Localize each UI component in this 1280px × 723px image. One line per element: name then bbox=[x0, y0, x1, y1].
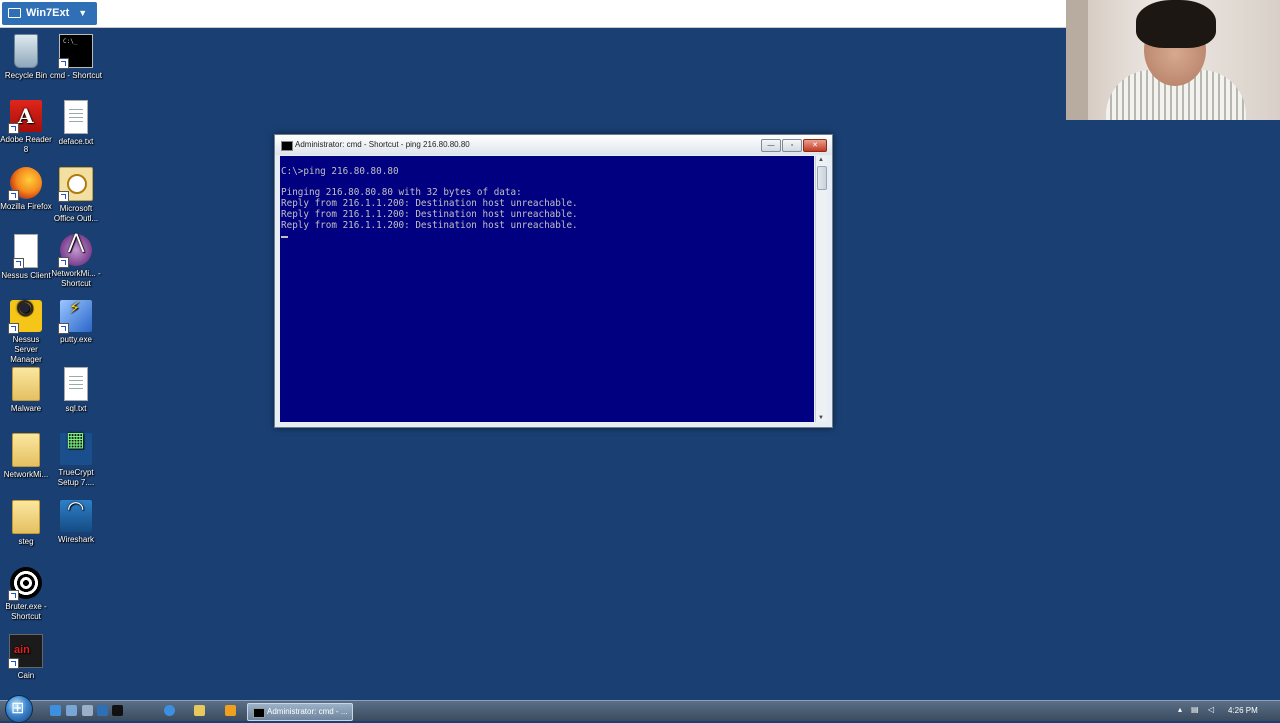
taskbar-item-cmd[interactable]: Administrator: cmd - ... bbox=[247, 703, 353, 721]
tray-show-hidden-icon[interactable]: ▴ bbox=[1178, 705, 1182, 714]
desktop-icon-nessus-server-manager[interactable]: Nessus Server Manager bbox=[0, 300, 52, 365]
console-line-reply: Reply from 216.1.1.200: Destination host… bbox=[281, 220, 578, 231]
console-output[interactable]: C:\>ping 216.80.80.80 Pinging 216.80.80.… bbox=[280, 156, 814, 422]
networkminer-icon bbox=[58, 234, 92, 268]
desktop-icon-cain[interactable]: Cain bbox=[0, 634, 52, 681]
desktop-icon-sql-txt[interactable]: sql.txt bbox=[50, 367, 102, 414]
tray-network-icon[interactable]: ▤ bbox=[1191, 705, 1199, 714]
desktop-icon-firefox[interactable]: Mozilla Firefox bbox=[0, 167, 52, 212]
webcam-overlay bbox=[1066, 0, 1280, 120]
console-line-pinging: Pinging 216.80.80.80 with 32 bytes of da… bbox=[281, 187, 522, 198]
start-button[interactable] bbox=[5, 695, 33, 723]
outlook-icon bbox=[58, 167, 93, 202]
firefox-icon bbox=[8, 167, 42, 201]
shortcut-arrow-icon bbox=[58, 58, 69, 69]
quicklaunch-cmd-icon[interactable] bbox=[112, 705, 123, 716]
taskbar-clock[interactable]: 4:26 PM bbox=[1228, 705, 1258, 716]
folder-icon bbox=[12, 367, 40, 401]
desktop-icon-nessus-client[interactable]: Nessus Client bbox=[0, 234, 52, 281]
nessus-icon bbox=[8, 300, 42, 334]
desktop-icon-wireshark[interactable]: Wireshark bbox=[50, 500, 102, 545]
desktop-icon-recycle-bin[interactable]: Recycle Bin bbox=[0, 34, 52, 81]
taskbar-explorer-icon[interactable] bbox=[194, 705, 205, 716]
quicklaunch-explorer-icon[interactable] bbox=[66, 705, 77, 716]
cain-icon bbox=[8, 634, 43, 669]
truecrypt-icon bbox=[60, 433, 92, 465]
console-line-reply: Reply from 216.1.1.200: Destination host… bbox=[281, 198, 578, 209]
console-line-reply: Reply from 216.1.1.200: Destination host… bbox=[281, 209, 578, 220]
folder-icon bbox=[12, 500, 40, 534]
desktop-icon-malware-folder[interactable]: Malware bbox=[0, 367, 52, 414]
desktop-icon-cmd-shortcut[interactable]: cmd - Shortcut bbox=[50, 34, 102, 81]
text-cursor bbox=[281, 236, 288, 238]
minimize-button[interactable]: — bbox=[761, 139, 781, 152]
folder-icon bbox=[12, 433, 40, 467]
console-line-command: C:\>ping 216.80.80.80 bbox=[281, 166, 399, 177]
text-file-icon bbox=[64, 367, 88, 401]
desktop-icon-adobe-reader[interactable]: Adobe Reader 8 bbox=[0, 100, 52, 155]
vertical-scrollbar[interactable]: ▲ ▼ bbox=[815, 156, 827, 422]
quicklaunch-ie-icon[interactable] bbox=[50, 705, 61, 716]
taskbar-ie-icon[interactable] bbox=[164, 705, 175, 716]
desktop-icon-putty[interactable]: putty.exe bbox=[50, 300, 102, 345]
cmd-window[interactable]: Administrator: cmd - Shortcut - ping 216… bbox=[274, 134, 833, 428]
taskbar: Administrator: cmd - ... ▴ ▤ ◁ 4:26 PM bbox=[0, 695, 1280, 723]
desktop-icon-networkminer-folder[interactable]: NetworkMi... bbox=[0, 433, 52, 480]
maximize-button[interactable]: ▫ bbox=[782, 139, 802, 152]
cmd-window-titlebar[interactable]: Administrator: cmd - Shortcut - ping 216… bbox=[275, 135, 832, 155]
wireshark-icon bbox=[60, 500, 92, 532]
desktop-icon-outlook[interactable]: Microsoft Office Outl... bbox=[50, 167, 102, 224]
document-icon bbox=[13, 234, 38, 269]
desktop-icon-steg-folder[interactable]: steg bbox=[0, 500, 52, 547]
desktop-icon-bruter-shortcut[interactable]: Bruter.exe - Shortcut bbox=[0, 567, 52, 622]
desktop-icon-networkminer-shortcut[interactable]: NetworkMi... - Shortcut bbox=[50, 234, 102, 289]
text-file-icon bbox=[64, 100, 88, 134]
vm-tab[interactable]: Win7Ext ▼ bbox=[2, 2, 98, 25]
tray-volume-icon[interactable]: ◁ bbox=[1208, 705, 1214, 714]
recycle-bin-icon bbox=[14, 34, 38, 68]
scroll-up-icon[interactable]: ▲ bbox=[818, 157, 824, 163]
putty-icon bbox=[58, 300, 92, 334]
quicklaunch-app-icon[interactable] bbox=[97, 705, 108, 716]
scrollbar-thumb[interactable] bbox=[817, 166, 827, 190]
cmd-icon bbox=[281, 141, 293, 151]
cmd-window-title: Administrator: cmd - Shortcut - ping 216… bbox=[295, 140, 470, 149]
bruter-icon bbox=[8, 567, 42, 601]
scroll-down-icon[interactable]: ▼ bbox=[818, 415, 824, 421]
quicklaunch-network-icon[interactable] bbox=[82, 705, 93, 716]
adobe-reader-icon bbox=[8, 100, 42, 134]
taskbar-media-player-icon[interactable] bbox=[225, 705, 236, 716]
desktop-icon-truecrypt-setup[interactable]: TrueCrypt Setup 7.... bbox=[50, 433, 102, 488]
monitor-icon bbox=[8, 7, 21, 18]
cmd-icon bbox=[253, 708, 265, 718]
chevron-down-icon[interactable]: ▼ bbox=[78, 2, 87, 25]
desktop-icon-deface-txt[interactable]: deface.txt bbox=[50, 100, 102, 147]
cmd-icon bbox=[58, 34, 93, 69]
close-button[interactable]: ✕ bbox=[803, 139, 827, 152]
vm-tab-label: Win7Ext bbox=[26, 7, 70, 19]
